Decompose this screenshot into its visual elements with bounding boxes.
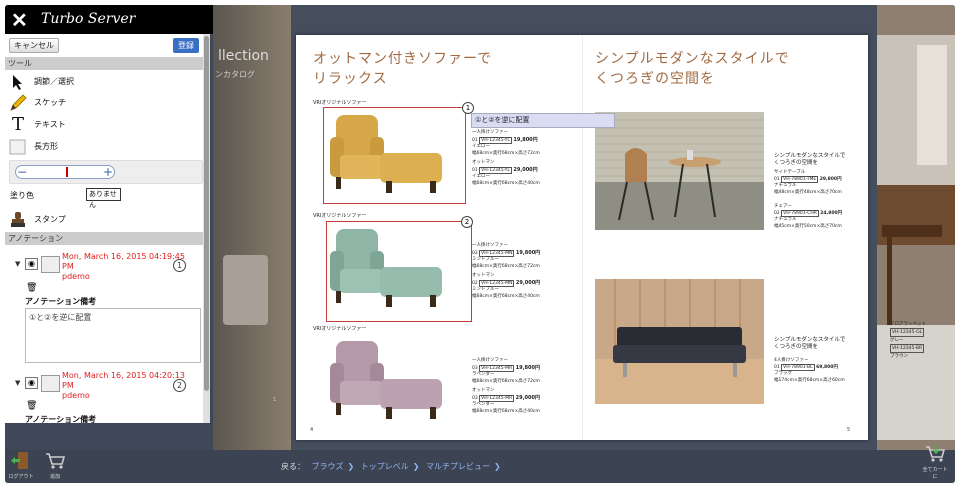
annotation-rectangle-1[interactable] (323, 107, 466, 204)
product-spec: 一人掛けソファー 02 VH-12345-MN 19,800円 ミントブルー 幅… (472, 243, 541, 299)
annotation-note-label: アノテーション備考 (25, 415, 97, 423)
product-spec: 一人掛けソファー 03 VH-12345-MR 19,800円 ラベンダー 幅6… (472, 358, 540, 414)
breadcrumb-toplevel[interactable]: トップレベル (361, 462, 409, 471)
right-spec-2: シンプルモダンなスタイルで くつろぎの空間を 4人掛けソファー 01 VH-78… (774, 337, 846, 383)
prev-page-subtitle: ンカタログ (215, 70, 255, 79)
panel-scrollbar[interactable] (203, 34, 210, 423)
page-number-left: 4 (310, 427, 314, 433)
product-label: VRIオリジナルソファー (313, 100, 367, 106)
peek-code1: VH-12345-GL (890, 328, 925, 337)
page-number-right: 5 (847, 427, 851, 433)
app-window: llection ンカタログ 1 フロアランペット VH-12345-GL グレ… (5, 5, 955, 483)
annotation-note-label: アノテーション備考 (25, 297, 97, 306)
cart-icon (46, 453, 66, 469)
collapse-triangle-icon[interactable]: ▼ (15, 379, 20, 387)
breadcrumb-browse[interactable]: ブラウズ (312, 462, 344, 471)
left-page-title: オットマン付きソファーで リラックス (313, 51, 493, 87)
rectangle-icon (9, 139, 26, 155)
slider-handle[interactable] (66, 167, 68, 177)
peek-color2: ブラウン (890, 354, 908, 359)
tools-header: ツール (5, 57, 203, 70)
breadcrumb-multipreview[interactable]: マルチプレビュー (426, 462, 490, 471)
breadcrumb: 戻る： ブラウズ ❯ トップレベル ❯ マルチプレビュー ❯ (281, 462, 501, 471)
product-label: VRIオリジナルソファー (313, 326, 367, 332)
line-width-slider[interactable]: − + (15, 165, 115, 179)
cart-all-icon (926, 445, 946, 462)
annotation-tooltip: ①と②を逆に配置 (471, 113, 615, 128)
collapse-triangle-icon[interactable]: ▼ (15, 260, 20, 268)
turbo-server-logo: ✕ Turbo Server (5, 5, 213, 34)
breadcrumb-back-label: 戻る： (281, 462, 305, 471)
annotation-number-badge[interactable]: 1 (173, 259, 186, 272)
thumbnail-square (41, 375, 60, 392)
trash-icon[interactable]: 🗑 (26, 283, 37, 293)
previous-page-thumbnail[interactable]: llection ンカタログ 1 (213, 5, 291, 450)
logout-button[interactable]: ログアウト (7, 451, 35, 480)
product-label: VRIオリジナルソファー (313, 213, 367, 219)
black-sofa-photo (595, 279, 764, 404)
thumbnail-square (41, 256, 60, 273)
add-to-cart-button[interactable]: 追加 (41, 451, 69, 480)
prev-page-number: 1 (273, 397, 277, 403)
stamp-icon (11, 212, 25, 227)
peek-color1: グレー (890, 338, 904, 343)
product-spec: 一人掛けソファー 01 VH-12345-YL 19,800円 イエロー 幅68… (472, 130, 540, 186)
cancel-button[interactable]: キャンセル (9, 38, 59, 53)
arrow-cursor-icon (13, 75, 22, 90)
annotation-panel: キャンセル 登録 ツール 調節／選択 スケッチ T テキスト 長方形 − + 塗… (5, 34, 210, 423)
eye-icon[interactable]: ◉ (25, 258, 38, 270)
minus-icon[interactable]: − (17, 166, 27, 178)
eye-icon[interactable]: ◉ (25, 377, 38, 389)
right-spec-1: シンプルモダンなスタイルで くつろぎの空間を サイドテーブル 01 VH-789… (774, 153, 846, 229)
fill-color-label: 塗り色 (10, 191, 34, 200)
catalog-spread[interactable]: オットマン付きソファーで リラックス シンプルモダンなスタイルで くつろぎの空間を … (296, 35, 868, 440)
annotation-meta: Mon, March 16, 2015 04:20:13 PM pdemo (62, 371, 185, 400)
prev-page-title: llection (218, 48, 269, 64)
next-page-thumbnail[interactable]: フロアランペット VH-12345-GL グレー VH-12345-BR ブラウ… (877, 5, 955, 450)
annotation-marker-2[interactable]: 2 (461, 216, 473, 228)
annotation-note-input[interactable]: ①と②を逆に配置 (25, 308, 201, 363)
door-exit-icon (11, 452, 28, 469)
peek-code2: VH-12345-BR (890, 344, 925, 353)
x-logo-icon: ✕ (11, 8, 28, 32)
right-page-title: シンプルモダンなスタイルで くつろぎの空間を (595, 51, 790, 87)
lavender-sofa-image (330, 341, 442, 419)
text-t-icon: T (11, 114, 24, 135)
footer-bar: ログアウト 追加 戻る： ブラウズ ❯ トップレベル ❯ マルチプレビュー ❯ 全てカ… (5, 445, 955, 483)
annotation-header: アノテーション (5, 232, 203, 245)
annotation-rectangle-2[interactable] (326, 221, 472, 322)
save-button[interactable]: 登録 (173, 38, 199, 53)
table-chair-photo (595, 112, 764, 230)
plus-icon[interactable]: + (103, 166, 113, 178)
line-width-control: − + (9, 160, 203, 184)
peek-label: フロアランペット (890, 322, 926, 327)
annotation-meta: Mon, March 16, 2015 04:19:45 PM pdemo (62, 252, 185, 281)
fill-color-select[interactable]: ありません (86, 188, 121, 209)
add-all-to-cart-button[interactable]: 全てカートに (921, 444, 949, 480)
annotation-number-badge[interactable]: 2 (173, 379, 186, 392)
trash-icon[interactable]: 🗑 (26, 401, 37, 411)
pencil-icon (10, 94, 27, 111)
